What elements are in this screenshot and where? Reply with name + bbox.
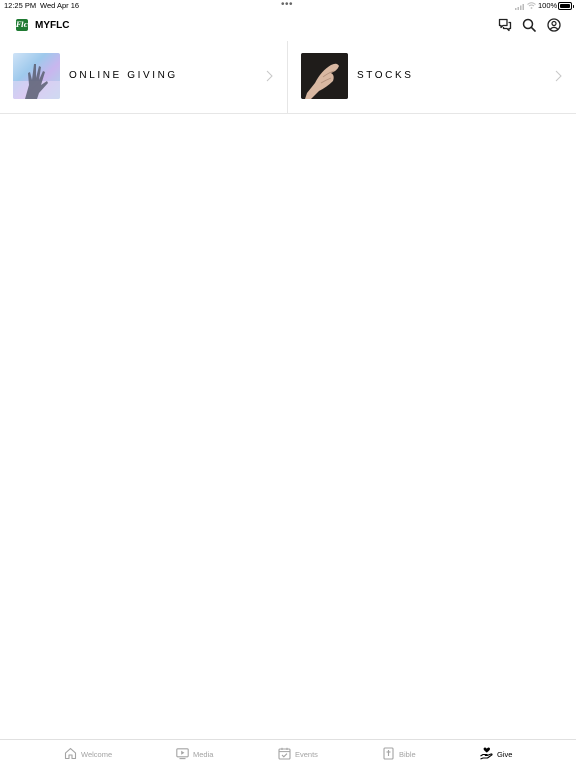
status-date: Wed Apr 16 bbox=[40, 1, 80, 10]
multitask-dots-icon[interactable]: ••• bbox=[281, 0, 293, 10]
chevron-right-icon bbox=[555, 70, 562, 82]
search-icon[interactable] bbox=[522, 18, 536, 32]
app-logo: Flc bbox=[16, 19, 28, 31]
give-icon bbox=[480, 747, 493, 760]
tab-media[interactable]: Media bbox=[172, 740, 287, 769]
signal-icon bbox=[515, 3, 525, 12]
bottom-tab-bar: Welcome Media Events Bible Give bbox=[0, 739, 576, 769]
profile-icon[interactable] bbox=[547, 18, 561, 32]
tab-give-label: Give bbox=[497, 750, 513, 759]
wifi-icon bbox=[527, 2, 536, 11]
battery-icon bbox=[558, 2, 574, 10]
tab-bible-label: Bible bbox=[399, 750, 416, 759]
online-giving-thumbnail bbox=[13, 53, 60, 99]
give-options: ONLINE GIVING STOCKS bbox=[0, 41, 576, 114]
tab-give[interactable]: Give bbox=[476, 740, 576, 769]
chat-icon[interactable] bbox=[498, 18, 512, 32]
tab-welcome-label: Welcome bbox=[81, 750, 113, 759]
status-time: 12:25 PM bbox=[4, 1, 37, 10]
battery-percent: 100% bbox=[538, 1, 558, 10]
tab-welcome[interactable]: Welcome bbox=[60, 740, 175, 769]
stocks-thumbnail bbox=[301, 53, 348, 99]
tab-events[interactable]: Events bbox=[274, 740, 389, 769]
online-giving-card[interactable]: ONLINE GIVING bbox=[0, 41, 288, 113]
stocks-label: STOCKS bbox=[357, 70, 414, 81]
tab-events-label: Events bbox=[295, 750, 318, 759]
stocks-card[interactable]: STOCKS bbox=[288, 41, 576, 113]
status-bar: 12:25 PM Wed Apr 16 ••• 100% bbox=[0, 0, 576, 12]
tab-media-label: Media bbox=[193, 750, 214, 759]
play-icon bbox=[176, 748, 189, 760]
bible-icon bbox=[383, 747, 394, 760]
app-title: MYFLC bbox=[35, 20, 70, 31]
top-nav-bar: Flc MYFLC bbox=[0, 14, 576, 38]
calendar-icon bbox=[278, 747, 291, 760]
online-giving-label: ONLINE GIVING bbox=[69, 70, 178, 81]
chevron-right-icon bbox=[266, 70, 273, 82]
home-icon bbox=[64, 747, 77, 760]
